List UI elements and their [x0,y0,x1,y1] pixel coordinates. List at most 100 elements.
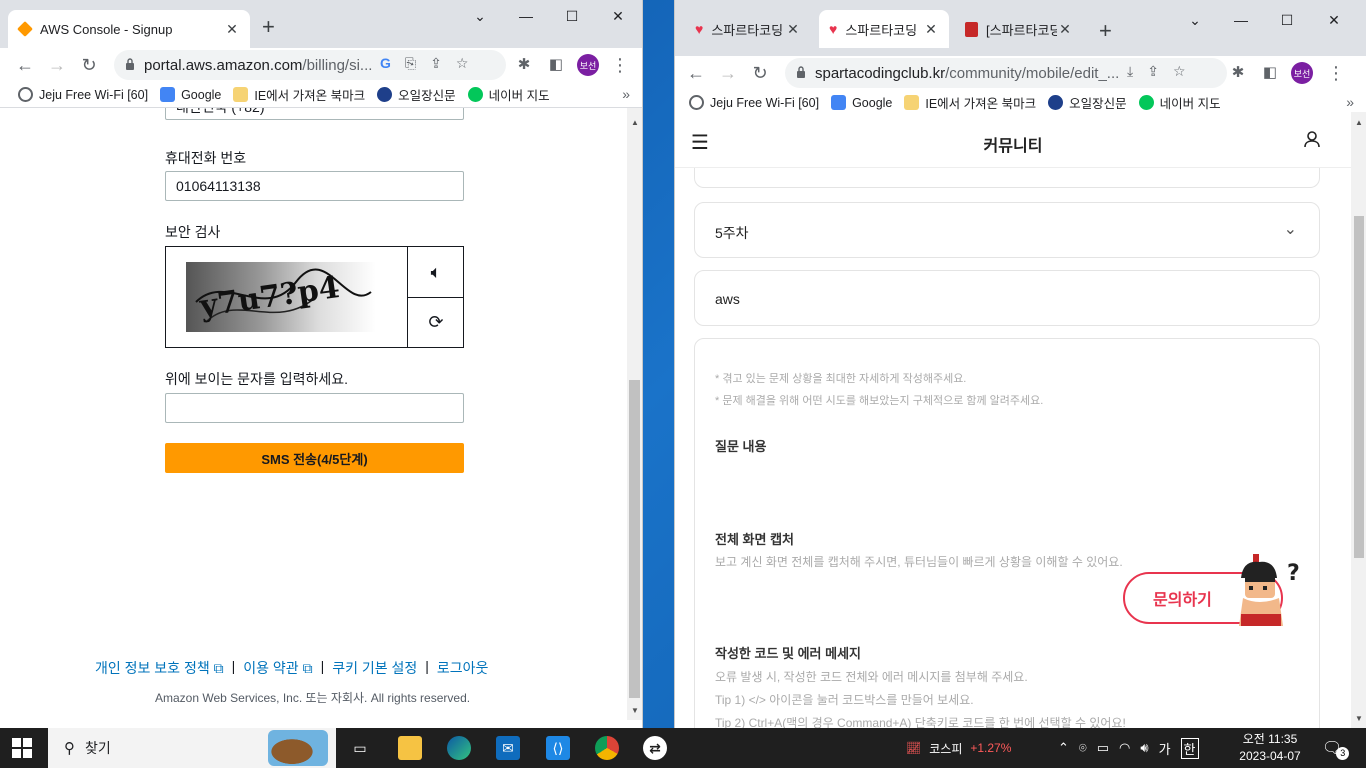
new-tab-icon[interactable]: + [262,14,275,40]
profile-avatar[interactable]: 보선 [577,54,599,76]
share-icon[interactable]: ⇪ [1147,63,1159,80]
title-input[interactable]: aws [694,270,1320,326]
close-tab-icon[interactable]: ✕ [224,21,240,38]
page-scrollbar[interactable]: ▲ ▼ [1351,112,1366,728]
bookmark-naver-map[interactable]: 네이버 지도 [1138,93,1221,112]
logout-link[interactable]: 로그아웃 [437,658,489,678]
bookmark-oiljang[interactable]: 오일장신문 [1048,93,1127,112]
audio-captcha-button[interactable]: 🔈︎ [407,247,464,297]
bookmark-oiljang[interactable]: 오일장신문 [377,85,456,104]
maximize-icon[interactable]: ☐ [1277,12,1297,29]
ime-mode[interactable]: 한 [1180,737,1199,759]
close-tab-icon[interactable]: ✕ [1057,21,1073,38]
chevron-down-icon[interactable]: ⌄ [470,8,490,25]
stock-widget[interactable]: 📈︎ 코스피 +1.27% [906,728,1011,768]
new-tab-icon[interactable]: + [1099,18,1112,44]
close-tab-icon[interactable]: ✕ [785,21,801,38]
refresh-captcha-button[interactable]: ⟳ [407,297,464,347]
scroll-down-icon[interactable]: ▼ [1355,714,1363,723]
close-window-icon[interactable]: ✕ [608,8,628,25]
battery-icon[interactable]: ▭ [1097,740,1109,756]
bookmark-star-icon[interactable]: ☆ [1173,63,1186,80]
chevron-down-icon[interactable]: ⌄ [1185,12,1205,29]
chrome-icon[interactable] [595,736,619,760]
volume-icon[interactable]: 🔊︎ [1140,740,1148,756]
phone-input[interactable]: 01064113138 [165,171,464,201]
share-icon[interactable]: ⇪ [430,55,442,72]
more-menu-icon[interactable]: ⋮ [609,54,631,76]
separator: | [231,658,236,674]
task-view-icon[interactable]: ▭ [348,736,372,760]
bookmark-label: Google [852,95,893,110]
cookie-settings-link[interactable]: 쿠키 기본 설정 [332,658,417,678]
side-panel-icon[interactable]: ◧ [1259,62,1281,84]
teamviewer-icon[interactable]: ⇄ [643,736,667,760]
clock[interactable]: 오전 11:35 2023-04-07 [1230,731,1310,765]
ime-language[interactable]: 가 [1159,739,1171,758]
bookmark-jeju-wifi[interactable]: Jeju Free Wi-Fi [60] [18,87,148,102]
scroll-up-icon[interactable]: ▲ [631,118,639,127]
maximize-icon[interactable]: ☐ [562,8,582,25]
scrollbar-thumb[interactable] [1354,216,1364,558]
bookmark-jeju-wifi[interactable]: Jeju Free Wi-Fi [60] [689,95,819,110]
link-label: 개인 정보 보호 정책 [95,660,210,676]
bookmark-google[interactable]: Google [160,87,221,102]
notification-center[interactable]: 🗨︎ 3 [1322,728,1350,768]
bookmark-ie-folder[interactable]: IE에서 가져온 북마크 [233,85,365,104]
captcha-input[interactable] [165,393,464,423]
file-explorer-icon[interactable] [398,736,422,760]
reload-icon[interactable]: ↻ [749,62,771,84]
forward-icon[interactable]: → [46,54,68,76]
bookmark-label: 오일장신문 [1069,97,1127,111]
oiljang-icon [377,87,393,102]
privacy-policy-link[interactable]: 개인 정보 보호 정책 ⧉ [95,658,224,678]
user-icon[interactable] [1303,130,1321,153]
minimize-icon[interactable]: — [516,8,536,24]
bookmark-naver-map[interactable]: 네이버 지도 [467,85,550,104]
extensions-icon[interactable]: ✱ [513,54,535,76]
close-tab-icon[interactable]: ✕ [923,21,939,38]
close-window-icon[interactable]: ✕ [1324,12,1344,29]
section-capture-heading: 전체 화면 캡처 [715,532,794,547]
bookmark-ie-folder[interactable]: IE에서 가져온 북마크 [904,93,1036,112]
bookmark-star-icon[interactable]: ☆ [456,55,469,72]
spartan-mascot-icon[interactable]: ? [1233,552,1307,628]
more-menu-icon[interactable]: ⋮ [1325,62,1347,84]
forward-icon[interactable]: → [717,62,739,84]
back-icon[interactable]: ← [685,62,707,84]
mail-icon[interactable]: ✉ [496,736,520,760]
country-code-field[interactable]: 대한민국 (+82) [165,108,464,120]
bookmarks-overflow-icon[interactable]: » [1346,94,1354,110]
tab-sparta-3[interactable]: [스파르타코딩 ✕ [955,10,1083,48]
tab-aws-signup[interactable]: AWS Console - Signup ✕ [8,10,250,48]
profile-avatar[interactable]: 보선 [1291,62,1313,84]
separator: | [425,658,429,674]
tab-sparta-2[interactable]: ♥ 스파르타코딩 ✕ [819,10,949,48]
week-select[interactable]: 5주차 ⌄ [694,202,1320,258]
extensions-icon[interactable]: ✱ [1227,62,1249,84]
vscode-icon[interactable]: ⟨⟩ [546,736,570,760]
install-app-icon[interactable]: ⤓ [1127,63,1133,80]
reload-icon[interactable]: ↻ [78,54,100,76]
page-scrollbar[interactable]: ▲ ▼ [627,108,642,720]
meet-now-icon[interactable]: ⌾ [1079,740,1087,756]
minimize-icon[interactable]: — [1231,12,1251,28]
google-lens-icon[interactable]: G [380,55,391,72]
side-panel-icon[interactable]: ◧ [545,54,567,76]
back-icon[interactable]: ← [14,54,36,76]
windows-start-icon[interactable] [12,738,32,758]
scroll-down-icon[interactable]: ▼ [631,706,639,715]
terms-link[interactable]: 이용 약관 ⧉ [243,658,312,678]
scrollbar-thumb[interactable] [629,380,640,698]
send-sms-button[interactable]: SMS 전송(4/5단계) [165,443,464,473]
wifi-icon[interactable]: ◠ [1119,740,1130,756]
taskbar-search-box[interactable]: ⚲ 찾기 [48,728,336,768]
section-code-heading: 작성한 코드 및 에러 메세지 [715,646,862,661]
tray-chevron-up-icon[interactable]: ⌃ [1058,740,1069,756]
bookmarks-overflow-icon[interactable]: » [622,86,630,102]
tab-sparta-1[interactable]: ♥ 스파르타코딩 ✕ [685,10,811,48]
translate-icon[interactable]: ⎘ [405,55,416,72]
bookmark-google[interactable]: Google [831,95,892,110]
edge-icon[interactable] [447,736,471,760]
scroll-up-icon[interactable]: ▲ [1355,118,1363,127]
